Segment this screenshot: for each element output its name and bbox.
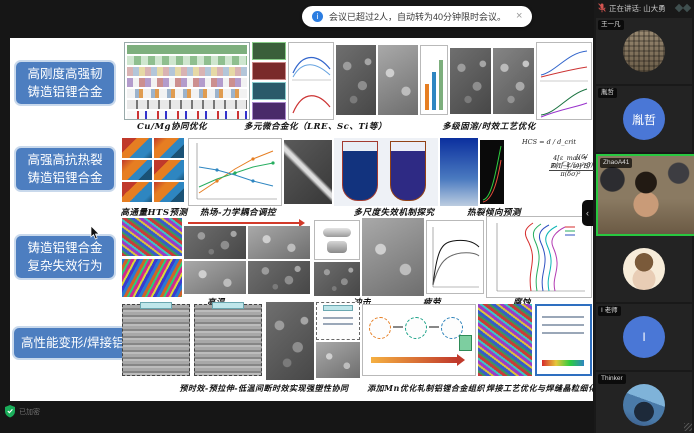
participant-name-badge: 王一凡	[598, 20, 624, 30]
theme-label-2: 高强高抗热裂 铸造铝锂合金	[14, 146, 116, 192]
caption-row2-2: 热场-力学耦合调控	[188, 206, 288, 218]
fig-ct-small	[314, 262, 360, 296]
caption-row4-3: 焊接工艺优化与焊缝晶粒细化	[486, 383, 592, 394]
security-text: 已加密	[19, 407, 40, 417]
fig-sem-diagonal	[284, 140, 332, 204]
participant-tile[interactable]: 王一凡	[596, 18, 692, 84]
fig-mold-contour	[440, 138, 478, 206]
fig-fracture-sems	[184, 218, 312, 296]
fig-coupling-scatter	[188, 138, 282, 206]
fig-casting-simulation	[334, 138, 438, 206]
caption-row1-2: 多元微合金化（LRE、Sc、Ti等）	[244, 120, 380, 132]
notification-toast: i 会议已超过2人，自动转为40分钟限时会议。 ×	[302, 6, 532, 27]
participant-tile[interactable]: 胤哲 胤哲	[596, 86, 692, 152]
fig-alloy-table	[124, 42, 250, 120]
fig-mini-bars	[420, 45, 448, 115]
fig-fatigue-plot	[426, 220, 484, 294]
participant-name-badge: I 老师	[598, 306, 621, 316]
fig-corrosion-curves	[486, 216, 592, 298]
mouse-cursor	[90, 226, 100, 240]
shared-slide: 高刚度高强韧 铸造铝锂合金 高强高抗热裂 铸造铝锂合金 铸造铝锂合金 复杂失效行…	[10, 38, 593, 401]
fig-rolled-sheets	[122, 302, 264, 378]
avatar: 胤哲	[623, 98, 665, 140]
fig-sem-pair-2	[450, 48, 534, 114]
fig-black-curves	[480, 140, 504, 204]
participant-name-badge: Thinker	[598, 374, 626, 384]
fig-3d-parts	[314, 220, 360, 260]
expand-view-icon[interactable]	[676, 5, 690, 11]
participant-tile[interactable]: I 老师 I	[596, 304, 692, 370]
fig-weld-panel	[478, 304, 592, 376]
fig-inset-sem	[316, 342, 360, 378]
caption-row1-3: 多级固溶/时效工艺优化	[434, 120, 544, 132]
fig-dashed-inset	[316, 302, 360, 340]
fig-hts-heatmaps	[122, 138, 186, 204]
formula-denominator: 4[ε_max + E(1−f_s)]·E/π(δσ)²	[549, 153, 592, 178]
theme-label-3: 铸造铝锂合金 复杂失效行为	[14, 234, 116, 280]
fig-aging-curves	[288, 42, 334, 120]
notification-text: 会议已超过2人，自动转为40分钟限时会议。	[329, 10, 506, 23]
fig-micrograph-strip	[252, 42, 286, 120]
participant-tile-active-speaker[interactable]: ZhaoA41	[596, 154, 694, 236]
speaker-bar-text: 正在讲话: 山大勇	[609, 3, 673, 14]
formula-line1: HCS = d / d_crit	[506, 138, 592, 146]
caption-row2-1: 高通量HTS预测	[120, 206, 188, 218]
caption-row4-2: 添加Mn优化轧制铝锂合金组织	[366, 383, 486, 394]
participant-tile[interactable]	[596, 236, 692, 302]
fig-process-flow	[362, 304, 476, 376]
participants-sidebar: 正在讲话: 山大勇 王一凡 胤哲 胤哲 ZhaoA41 I 老师 I Think…	[594, 0, 694, 433]
fig-ebsd-maps	[122, 218, 182, 298]
participant-tile[interactable]: Thinker	[596, 372, 692, 433]
avatar: I	[623, 316, 665, 358]
avatar	[623, 384, 665, 426]
fig-deformed-sem	[266, 302, 314, 380]
security-shield-icon	[4, 405, 16, 418]
fig-property-plots	[536, 42, 592, 120]
caption-row1-1: Cu/Mg协同优化	[124, 120, 220, 132]
fig-sem-pair-1	[336, 45, 418, 115]
fig-ct-large	[362, 218, 424, 296]
info-icon: i	[312, 11, 323, 22]
resize-grip[interactable]	[684, 423, 692, 431]
caption-row4-1: 预时效-预拉伸-低温间断时效实现强塑性协同	[160, 383, 368, 394]
caption-row2-3: 多尺度失效机制探究	[342, 206, 446, 218]
theme-label-1: 高刚度高强韧 铸造铝锂合金	[14, 60, 116, 106]
avatar	[623, 248, 665, 290]
mic-muted-icon	[598, 3, 606, 13]
security-badge[interactable]: 已加密	[4, 405, 40, 418]
participant-name-badge: 胤哲	[598, 88, 617, 98]
avatar	[623, 30, 665, 72]
fig-hcs-formula: HCS = d / d_crit [(6/π)·f_L/(a₀²·β)]^1/3…	[506, 138, 592, 206]
speaker-bar: 正在讲话: 山大勇	[594, 0, 694, 16]
participant-name-badge: ZhaoA41	[600, 158, 632, 168]
close-icon[interactable]: ×	[516, 11, 522, 22]
sidebar-collapse-handle[interactable]: ‹	[582, 200, 593, 226]
meeting-window: i 会议已超过2人，自动转为40分钟限时会议。 × 高刚度高强韧 铸造铝锂合金 …	[0, 0, 694, 433]
